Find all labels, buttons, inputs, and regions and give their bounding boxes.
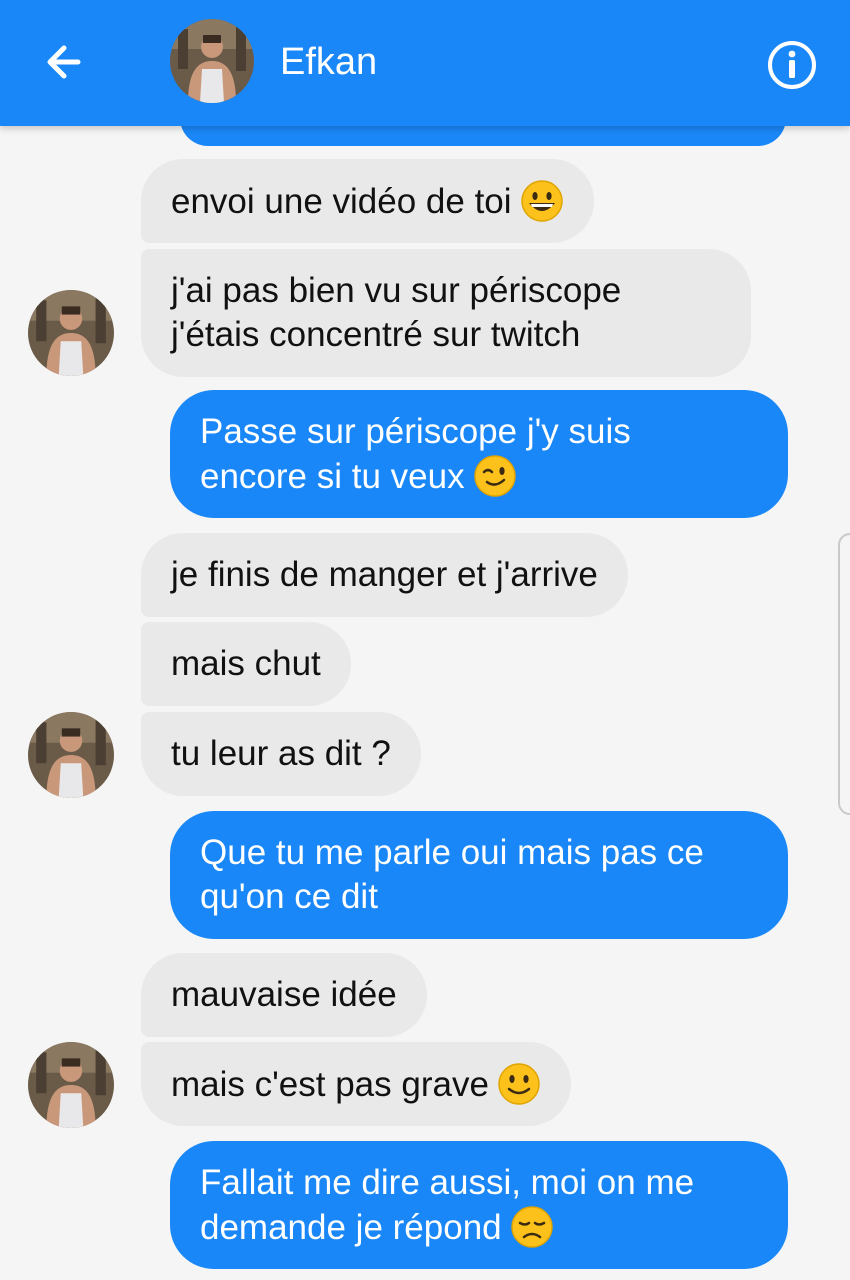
message-text: encore si tu veux (200, 457, 465, 496)
contact-avatar[interactable] (28, 712, 114, 798)
message-bubble-incoming[interactable]: mauvaise idée (141, 953, 427, 1037)
grinning-face-icon (520, 179, 564, 223)
message-bubble-outgoing[interactable]: Fallait me dire aussi, moi on me demande… (170, 1141, 788, 1269)
avatar-photo (28, 712, 114, 798)
message-text: Que tu me parle oui mais pas ce (200, 833, 704, 872)
message-bubble-incoming[interactable]: tu leur as dit ? (141, 712, 421, 796)
arrow-left-icon (47, 45, 81, 79)
avatar-photo (170, 19, 254, 103)
message-text: j'étais concentré sur twitch (171, 315, 581, 354)
message-text: Fallait me dire aussi, moi on me (200, 1163, 695, 1202)
avatar-photo (28, 1042, 114, 1128)
message-text: mais c'est pas grave (171, 1065, 489, 1104)
info-circle-icon (768, 41, 816, 89)
message-text: mauvaise idée (171, 975, 397, 1014)
message-bubble-incoming[interactable]: mais c'est pas grave (141, 1042, 571, 1126)
message-bubble-incoming[interactable]: je finis de manger et j'arrive (141, 533, 628, 617)
message-text: je finis de manger et j'arrive (171, 555, 598, 594)
message-text: qu'on ce dit (200, 877, 378, 916)
contact-avatar[interactable] (28, 290, 114, 376)
winking-face-icon (473, 454, 517, 498)
avatar-photo (28, 290, 114, 376)
slightly-smiling-face-icon (497, 1062, 541, 1106)
message-text: tu leur as dit ? (171, 734, 391, 773)
conversation-header: Efkan (0, 0, 850, 126)
message-bubble-outgoing[interactable]: Passe sur périscope j'y suis encore si t… (170, 390, 788, 518)
disappointed-face-icon (510, 1205, 554, 1249)
contact-avatar[interactable] (170, 19, 254, 103)
message-bubble-incoming[interactable]: envoi une vidéo de toi (141, 159, 594, 243)
message-text: envoi une vidéo de toi (171, 182, 512, 221)
back-button[interactable] (38, 38, 94, 86)
message-text: mais chut (171, 644, 321, 683)
message-text: demande je répond (200, 1208, 502, 1247)
message-bubble-outgoing[interactable]: Que tu me parle oui mais pas ce qu'on ce… (170, 811, 788, 939)
contact-name: Efkan (280, 41, 378, 83)
scrollbar[interactable] (838, 533, 850, 815)
message-text: j'ai pas bien vu sur périscope (171, 271, 622, 310)
contact-avatar[interactable] (28, 1042, 114, 1128)
info-button[interactable] (766, 39, 818, 91)
message-bubble-incoming[interactable]: mais chut (141, 622, 351, 706)
message-text: Passe sur périscope j'y suis (200, 412, 631, 451)
message-bubble-incoming[interactable]: j'ai pas bien vu sur périscope j'étais c… (141, 249, 751, 377)
